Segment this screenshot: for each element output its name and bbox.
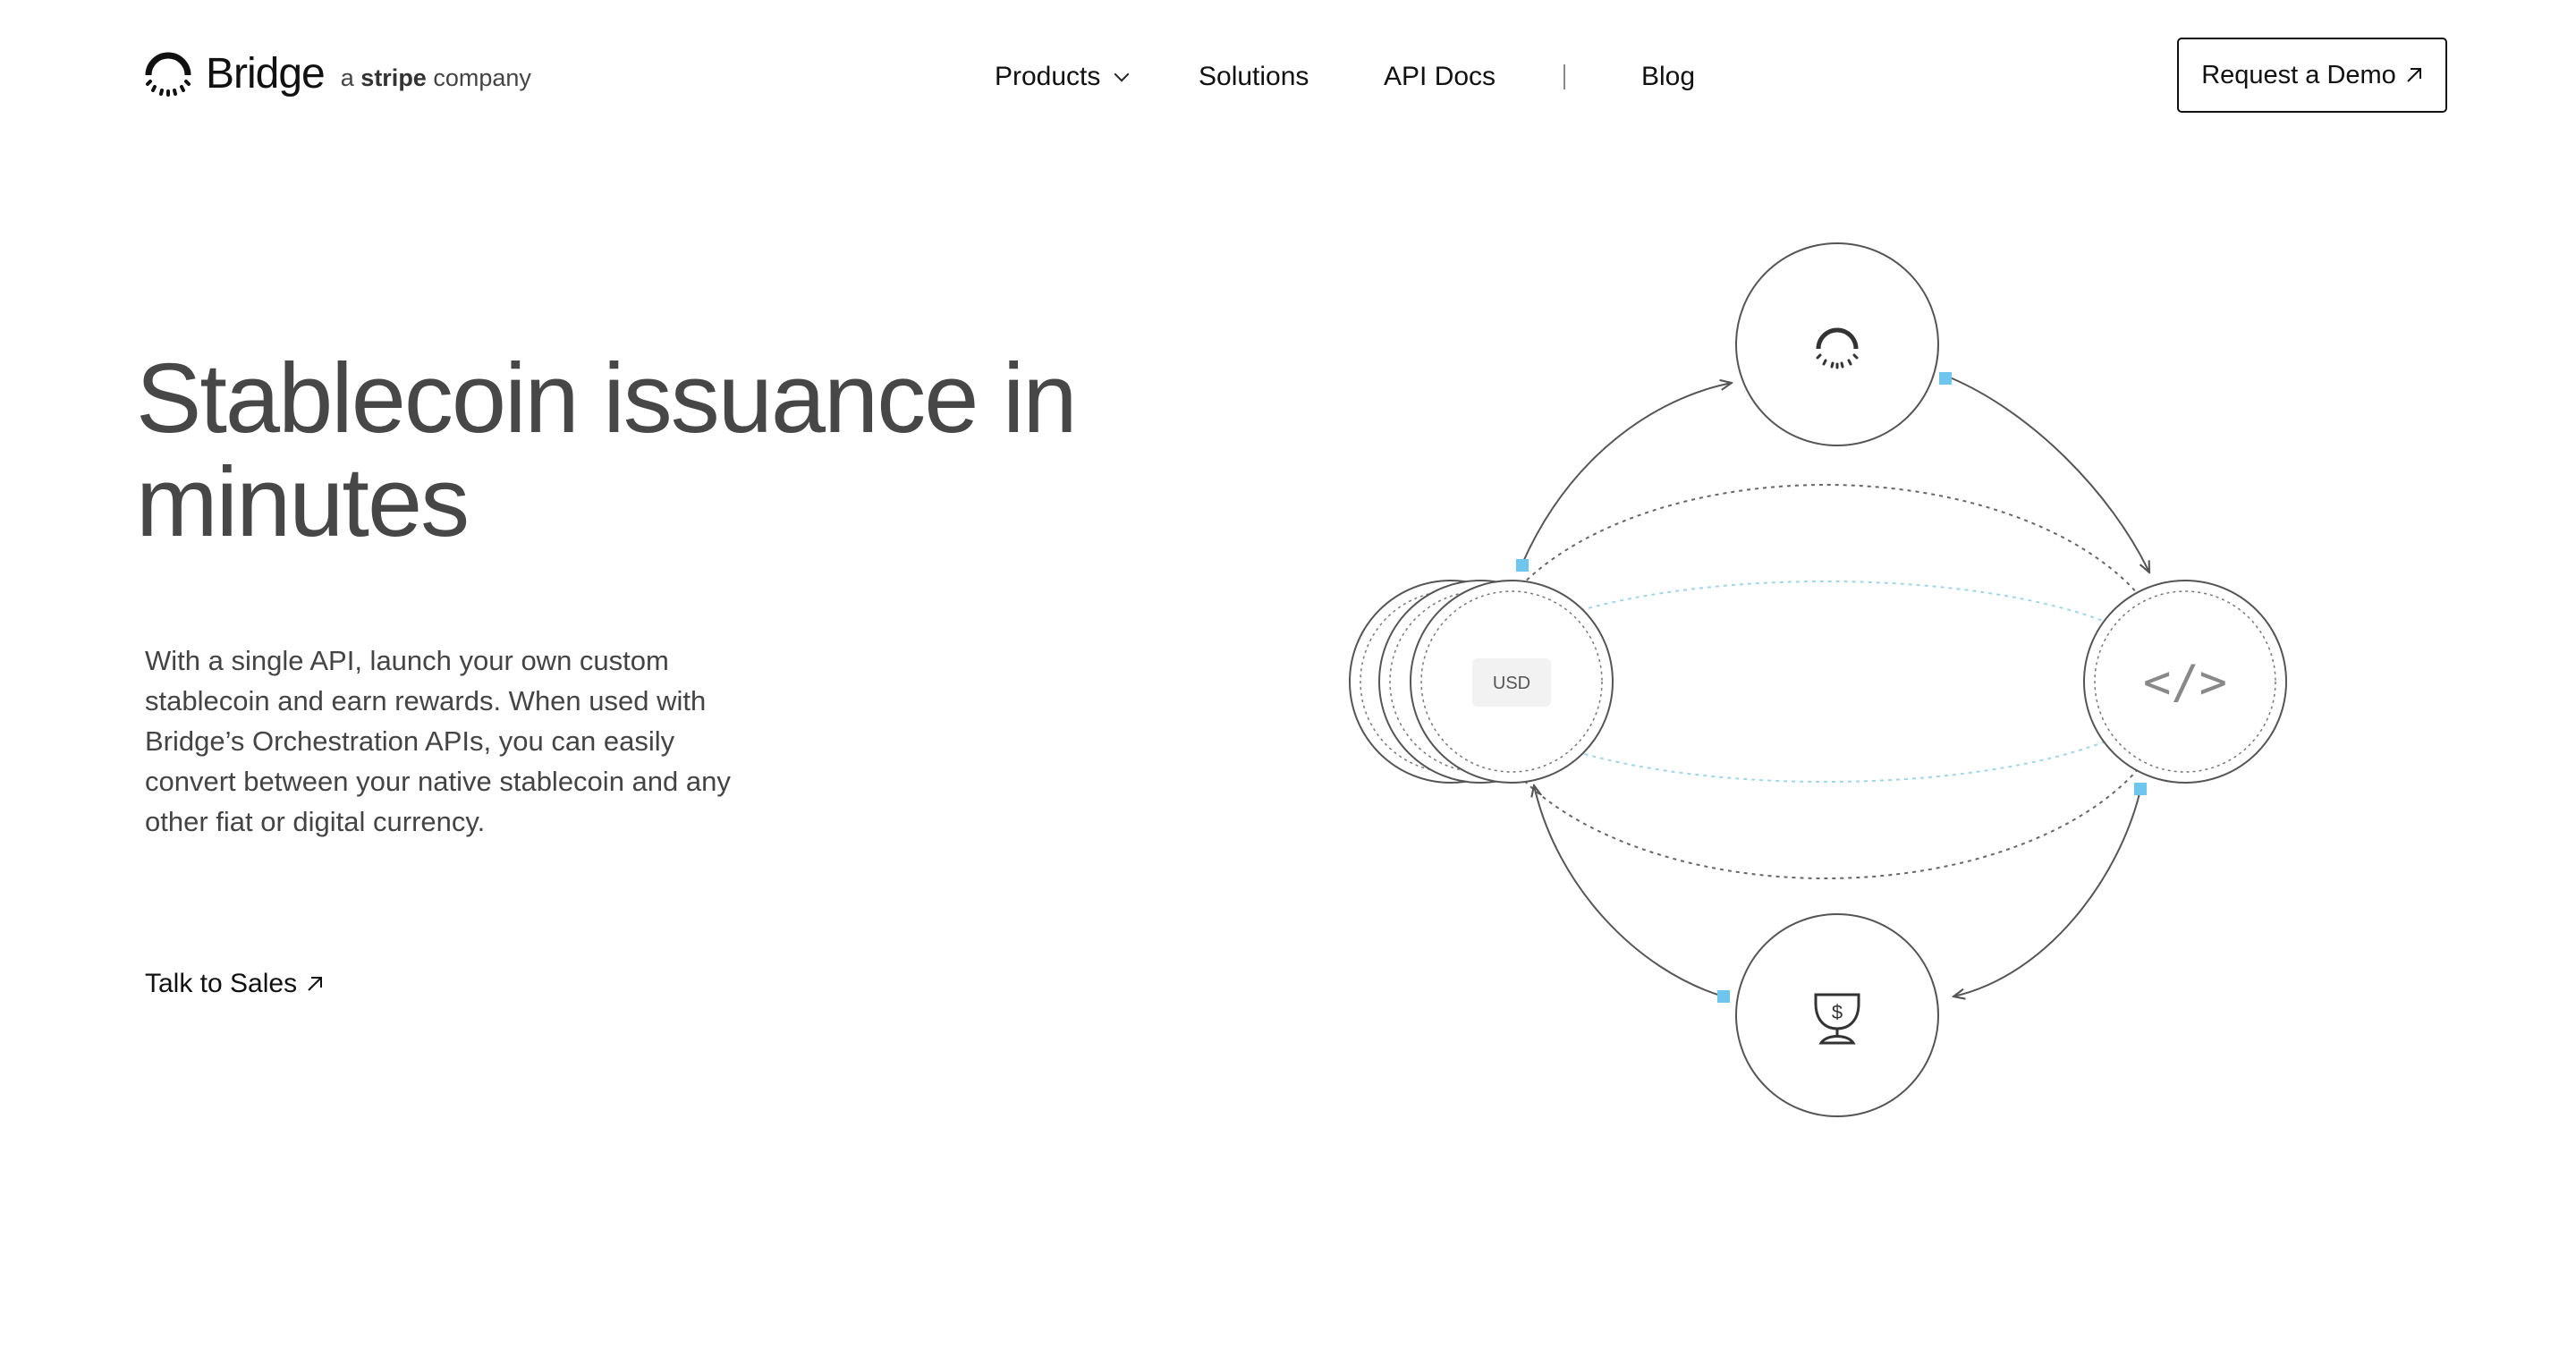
arrow-up-right-icon (2407, 68, 2421, 82)
accent-marker (1939, 372, 1952, 385)
bridge-logo[interactable]: Bridge a stripe company (143, 48, 531, 98)
arc-bridge-to-api (1949, 377, 2149, 572)
usd-stablecoin-node: USD (1349, 580, 1614, 784)
site-header: Bridge a stripe company Products Solutio… (0, 0, 2576, 152)
nav-divider (1563, 64, 1565, 89)
accent-marker (1717, 990, 1730, 1003)
arc-rewards-to-usd (1534, 785, 1724, 997)
arrow-up-right-icon (308, 977, 323, 991)
request-demo-button[interactable]: Request a Demo (2177, 38, 2447, 113)
rewards-node: $ (1735, 913, 1939, 1117)
talk-to-sales-label: Talk to Sales (145, 969, 298, 998)
hero-title-line-1: Stablecoin issuance in (136, 343, 1078, 454)
nav-products-label: Products (995, 62, 1101, 91)
chevron-down-icon (1114, 66, 1130, 82)
nav-solutions[interactable]: Solutions (1199, 55, 1309, 98)
nav-api-docs[interactable]: API Docs (1384, 55, 1496, 98)
dollar-symbol: $ (1832, 1001, 1843, 1023)
tagline-prefix: a (340, 64, 354, 91)
tagline-stripe: stripe (360, 64, 427, 91)
arc-api-to-rewards (1953, 789, 2141, 996)
accent-marker (2134, 783, 2147, 795)
nav-blog[interactable]: Blog (1641, 55, 1695, 98)
talk-to-sales-link[interactable]: Talk to Sales (145, 966, 324, 1002)
request-demo-label: Request a Demo (2201, 60, 2396, 89)
hero-title-line-2: minutes (136, 447, 470, 557)
accent-marker (1516, 559, 1529, 572)
stablecoin-flow-diagram: USD </> $ (1349, 242, 2287, 1117)
brand-name: Bridge (206, 49, 326, 98)
api-node: </> (2083, 580, 2287, 784)
brand-tagline: a stripe company (341, 64, 531, 92)
usd-label: USD (1493, 674, 1530, 693)
hero-title: Stablecoin issuance in minutes (136, 347, 1165, 555)
hero-description: With a single API, launch your own custo… (145, 645, 731, 837)
bridge-logo-icon (145, 52, 191, 97)
bridge-node (1735, 242, 1939, 446)
nav-products[interactable]: Products (995, 55, 1130, 98)
tagline-suffix: company (433, 64, 531, 91)
code-icon: </> (2143, 656, 2227, 709)
arc-usd-to-bridge (1521, 383, 1732, 564)
